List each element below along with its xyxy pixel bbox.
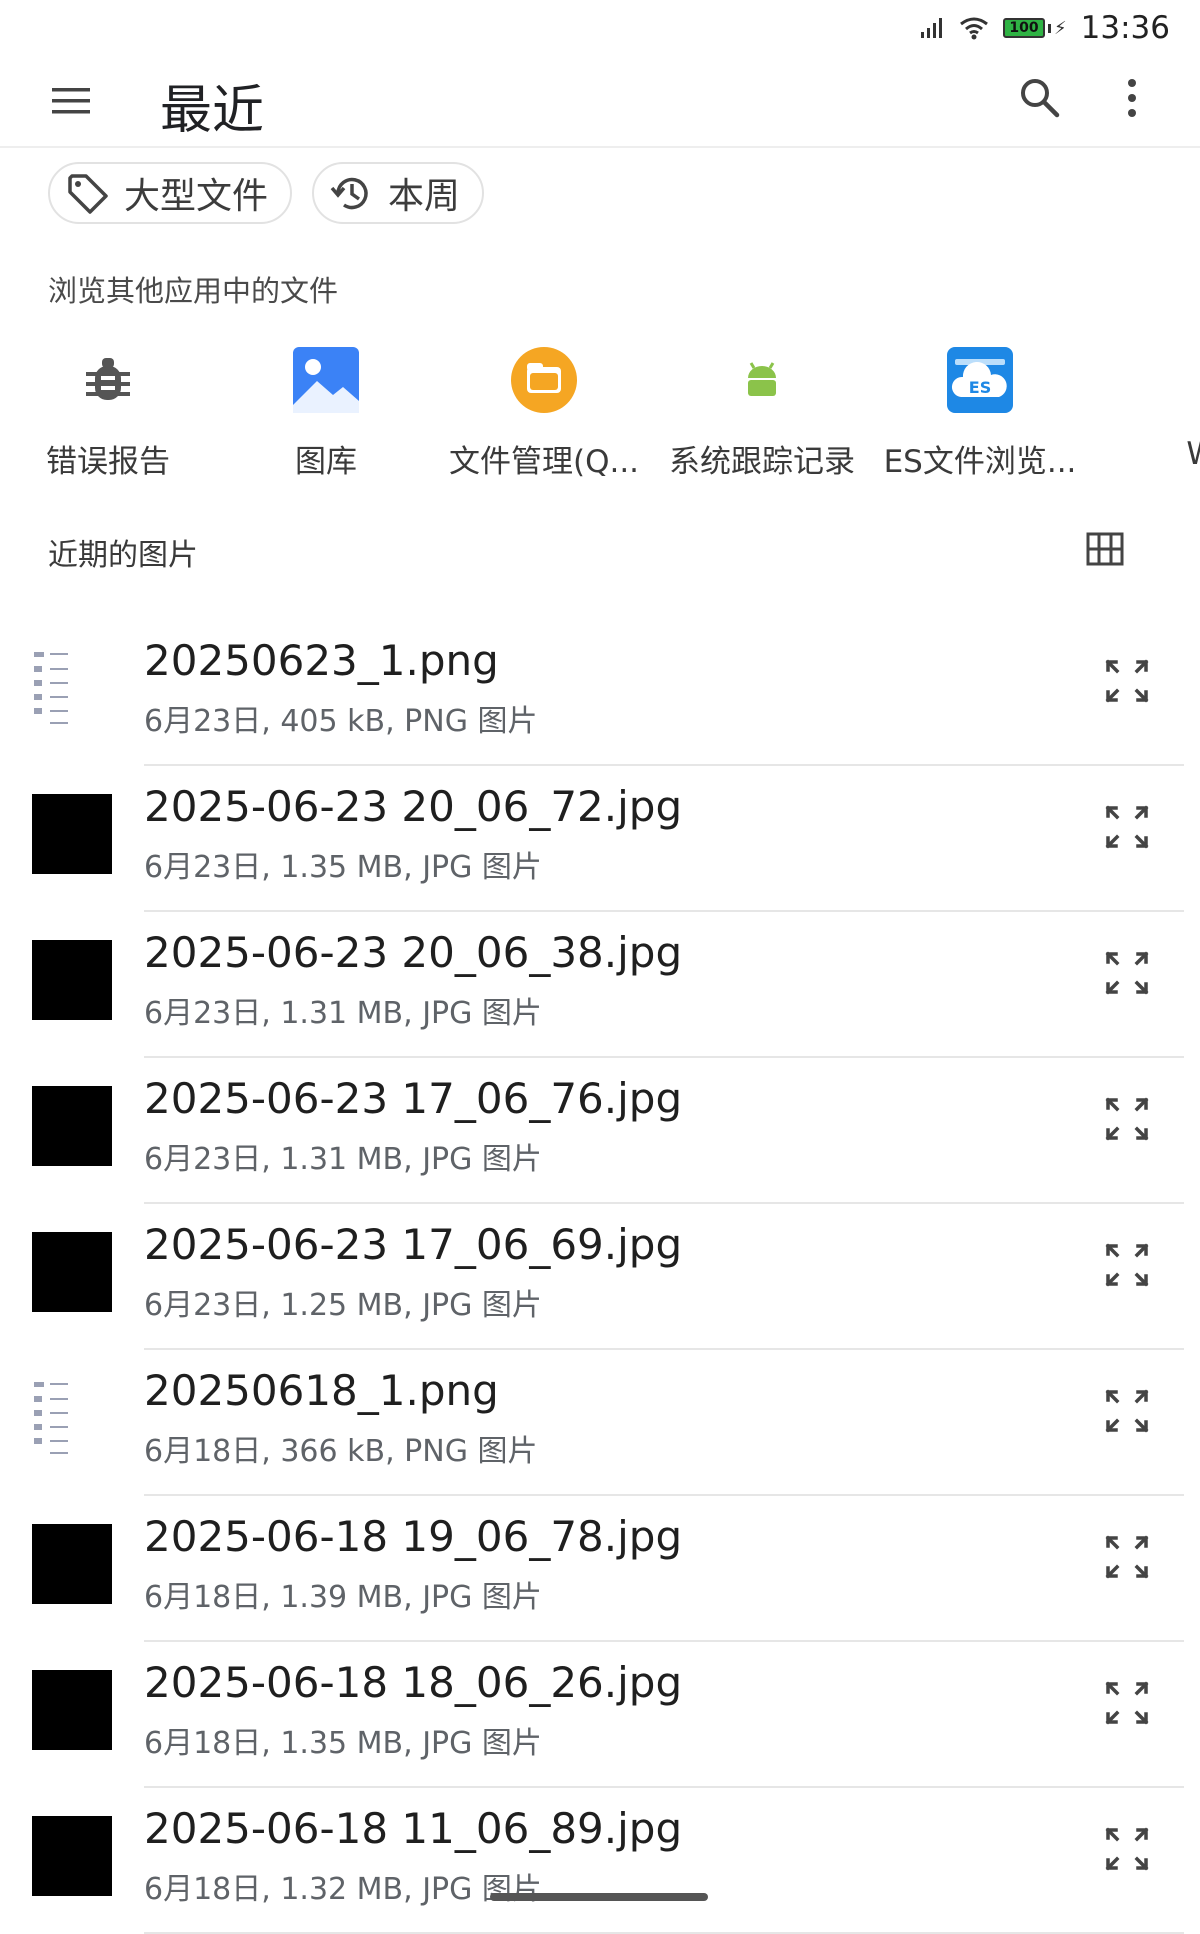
file-thumbnail [32,1670,112,1750]
file-row[interactable]: 20250618_1.png 6月18日, 366 kB, PNG 图片 [0,1350,1200,1496]
file-meta: 6月23日, 405 kB, PNG 图片 [144,704,538,739]
apps-section-title: 浏览其他应用中的文件 [48,274,339,308]
expand-preview-icon[interactable] [1104,804,1150,850]
chip-this-week-label: 本周 [388,176,461,217]
file-row[interactable]: 20250623_1.png 6月23日, 405 kB, PNG 图片 [0,620,1200,766]
chip-large-files[interactable]: 大型文件 [48,162,293,224]
filter-chips: 大型文件 本周 [48,162,485,224]
file-name: 20250623_1.png [144,636,499,685]
signal-icon [921,18,943,38]
file-meta: 6月18日, 1.32 MB, JPG 图片 [144,1872,542,1907]
app-file-manager[interactable]: 文件管理(Q... [439,340,649,481]
apps-row: 错误报告 图库 文件管理(Q... 系统跟踪记录 ES ES文件浏览... [0,340,1200,490]
charging-icon: ⚡ [1054,17,1067,39]
app-label: 文件管理(Q... [448,444,640,480]
app-label: 系统跟踪记录 [669,444,855,480]
wifi-icon [960,17,988,40]
file-name: 20250618_1.png [144,1366,499,1415]
expand-preview-icon[interactable] [1104,950,1150,996]
tag-icon [68,174,108,214]
home-indicator[interactable] [490,1893,708,1901]
svg-text:ES: ES [969,378,991,397]
status-bar: 100 ⚡ 13:36 [0,0,1200,60]
file-row[interactable]: 2025-06-23 17_06_76.jpg 6月23日, 1.31 MB, J… [0,1058,1200,1204]
file-name: 2025-06-23 20_06_72.jpg [144,782,683,831]
file-row[interactable]: 2025-06-23 20_06_72.jpg 6月23日, 1.35 MB, J… [0,766,1200,912]
file-meta: 6月23日, 1.31 MB, JPG 图片 [144,996,542,1031]
battery-indicator: 100 ⚡ [1003,18,1067,39]
file-row[interactable]: 2025-06-18 19_06_78.jpg 6月18日, 1.39 MB, J… [0,1496,1200,1642]
file-name: 2025-06-18 11_06_89.jpg [144,1804,683,1853]
file-name: 2025-06-23 17_06_69.jpg [144,1220,683,1269]
file-meta: 6月23日, 1.25 MB, JPG 图片 [144,1288,542,1323]
file-thumbnail [32,1378,112,1458]
file-row[interactable]: 2025-06-23 20_06_38.jpg 6月23日, 1.31 MB, J… [0,912,1200,1058]
file-thumbnail [32,1086,112,1166]
app-es-explorer[interactable]: ES ES文件浏览... [875,340,1085,481]
gallery-icon [293,347,359,413]
file-thumbnail [32,1232,112,1312]
file-row[interactable]: 2025-06-18 11_06_89.jpg 6月18日, 1.32 MB, J… [0,1788,1200,1934]
menu-icon[interactable] [52,82,90,120]
file-meta: 6月23日, 1.35 MB, JPG 图片 [144,850,542,885]
folder-app-icon [511,347,577,413]
status-time: 13:36 [1080,10,1170,46]
app-label: WPS O [1173,436,1200,472]
app-label: 图库 [295,444,357,480]
android-icon [748,362,776,396]
file-name: 2025-06-23 17_06_76.jpg [144,1074,683,1123]
more-options-icon[interactable] [1112,76,1152,120]
file-list: 20250623_1.png 6月23日, 405 kB, PNG 图片 2025… [0,620,1200,1934]
search-icon[interactable] [1018,76,1062,120]
file-thumbnail [32,940,112,1020]
expand-preview-icon[interactable] [1104,1680,1150,1726]
expand-preview-icon[interactable] [1104,1242,1150,1288]
expand-preview-icon[interactable] [1104,1826,1150,1872]
bug-icon [86,358,130,400]
wps-icon [1165,347,1200,413]
file-thumbnail [32,1816,112,1896]
file-name: 2025-06-18 18_06_26.jpg [144,1658,683,1707]
app-bar: 最近 [0,60,1200,148]
app-system-trace[interactable]: 系统跟踪记录 [657,340,867,481]
expand-preview-icon[interactable] [1104,1096,1150,1142]
file-meta: 6月23日, 1.31 MB, JPG 图片 [144,1142,542,1177]
chip-large-files-label: 大型文件 [124,176,269,217]
grid-view-icon[interactable] [1086,532,1124,566]
file-meta: 6月18日, 1.39 MB, JPG 图片 [144,1580,542,1615]
file-row[interactable]: 2025-06-18 18_06_26.jpg 6月18日, 1.35 MB, J… [0,1642,1200,1788]
app-label: ES文件浏览... [883,444,1077,480]
expand-preview-icon[interactable] [1104,658,1150,704]
page-title: 最近 [160,81,265,141]
file-thumbnail [32,1524,112,1604]
battery-level: 100 [1003,18,1046,38]
app-label: 错误报告 [46,444,170,480]
es-cloud-icon: ES [947,347,1013,413]
app-wps[interactable]: WPS O [1093,340,1200,472]
file-meta: 6月18日, 1.35 MB, JPG 图片 [144,1726,542,1761]
expand-preview-icon[interactable] [1104,1388,1150,1434]
app-gallery[interactable]: 图库 [221,340,431,481]
file-name: 2025-06-18 19_06_78.jpg [144,1512,683,1561]
app-bug-report[interactable]: 错误报告 [3,340,213,481]
file-meta: 6月18日, 366 kB, PNG 图片 [144,1434,538,1469]
file-name: 2025-06-23 20_06_38.jpg [144,928,683,977]
file-thumbnail [32,648,112,728]
chip-this-week[interactable]: 本周 [312,162,485,224]
file-row[interactable]: 2025-06-23 17_06_69.jpg 6月23日, 1.25 MB, J… [0,1204,1200,1350]
history-icon [330,177,368,210]
recent-section-title: 近期的图片 [48,538,198,573]
file-thumbnail [32,794,112,874]
expand-preview-icon[interactable] [1104,1534,1150,1580]
